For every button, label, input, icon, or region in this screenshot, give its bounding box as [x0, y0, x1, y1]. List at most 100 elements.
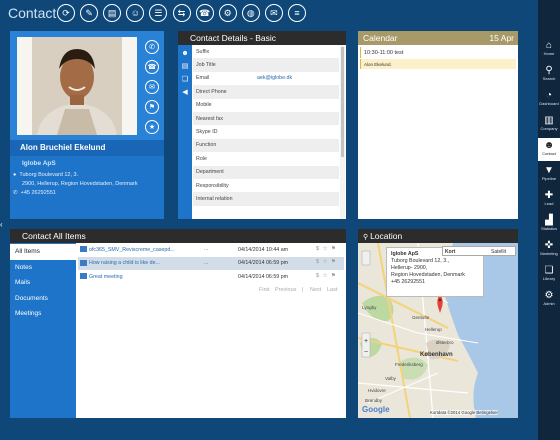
globe-icon[interactable]: ◍ — [241, 4, 260, 22]
detail-value[interactable]: aek@iglobe.dk — [257, 75, 292, 81]
lead-icon: ✚ — [544, 190, 554, 201]
contact-phone-text: +45 26292551 — [20, 190, 56, 196]
detail-label: Responsibility — [196, 182, 229, 189]
phone-call-icon[interactable]: ☎ — [195, 4, 214, 22]
sidebar-item-dashboard[interactable]: ◔ Dashboard — [538, 88, 560, 111]
pager-separator: | — [302, 287, 304, 293]
sidebar-item-label: Marketing — [540, 251, 558, 256]
item-type-icon — [80, 246, 87, 252]
people-icon[interactable]: ☺ — [126, 4, 145, 22]
calendar-event[interactable]: 10:30-11:00 test — [360, 47, 516, 58]
calendar-date: 15 Apr — [489, 33, 514, 43]
sidebar-item-label: Company — [540, 126, 558, 131]
details-doc-icon[interactable]: ❏ — [181, 76, 189, 84]
item-title[interactable]: How raising a child is like de... — [89, 260, 181, 266]
sidebar-item-label: Library — [542, 276, 556, 281]
sidebar-item-label: Admin — [543, 301, 555, 306]
contact-flag-icon[interactable]: ⚑ — [145, 100, 159, 114]
item-row[interactable]: ofc365_SMV_Reviscreme_casepd...... 04/14/… — [78, 243, 344, 256]
contact-photo — [17, 37, 137, 135]
sidebar-item-home[interactable]: ⌂ Home — [538, 38, 560, 61]
contact-phone-icon[interactable]: ☎ — [145, 60, 159, 74]
detail-row-direct-phone: Direct Phone — [193, 85, 339, 99]
item-date: 04/14/2014 06:59 pm — [238, 260, 289, 266]
map-type-map[interactable]: Kort — [445, 249, 455, 255]
map-place-label: København — [420, 352, 453, 358]
app-title: Contact — [8, 5, 57, 21]
details-megaphone-icon[interactable]: ◀ — [181, 89, 189, 97]
phone-icon: ✆ — [13, 190, 18, 196]
contact-company[interactable]: Iglobe ApS — [22, 160, 56, 167]
detail-label: Job Title — [196, 61, 216, 68]
contact-skype-icon[interactable]: ✆ — [145, 40, 159, 54]
sidebar-item-search[interactable]: ⚲ Search — [538, 63, 560, 86]
info-line: Tuborg Boulevard 12, 3., — [391, 258, 450, 264]
item-flags-icon[interactable]: $ ☆ ⚑ — [316, 273, 337, 279]
sidebar-item-company[interactable]: ▥ Company — [538, 113, 560, 136]
person-edit-icon[interactable]: ✎ — [80, 4, 99, 22]
detail-label: Direct Phone — [196, 88, 227, 95]
sidebar-item-label: Pipeline — [541, 176, 557, 181]
pager-next[interactable]: Next — [310, 287, 321, 293]
item-flags-icon[interactable]: $ ☆ ⚑ — [316, 246, 337, 252]
contact-icon: ☻ — [543, 140, 555, 151]
info-line: +45 26292551 — [391, 279, 426, 285]
map-type-toggle: Kort Satellit — [442, 246, 516, 256]
map-copyright[interactable]: Kortdata ©2014 Google Betingelser — [430, 410, 498, 415]
dashboard-icon: ◔ — [545, 90, 553, 101]
sidebar-item-label: Home — [543, 51, 555, 56]
detail-row-function: Function — [193, 138, 339, 153]
document-icon[interactable]: ▤ — [103, 4, 122, 22]
map-place-label: Hvidovre — [368, 388, 386, 393]
item-row[interactable]: Great meeting 04/14/2014 06:59 pm $ ☆ ⚑ — [78, 270, 344, 283]
details-person-icon[interactable]: ☻ — [181, 50, 189, 58]
settings-icon[interactable]: ⚙ — [218, 4, 237, 22]
refresh-icon[interactable]: ⟳ — [57, 4, 75, 22]
info-line: Hellerup- 2900, — [391, 265, 428, 271]
contact-mail-icon[interactable]: ✉ — [145, 80, 159, 94]
item-title[interactable]: Great meeting — [89, 274, 181, 280]
mail-icon[interactable]: ✉ — [264, 4, 283, 22]
item-title[interactable]: ofc365_SMV_Reviscreme_casepd... — [89, 247, 181, 253]
google-logo: Google — [362, 405, 390, 414]
sidebar-item-label: Search — [542, 76, 556, 81]
pager-previous[interactable]: Previous — [275, 287, 296, 293]
sidebar-item-library[interactable]: ❏ Library — [538, 263, 560, 286]
details-card-icon[interactable]: ▤ — [181, 63, 189, 71]
sidebar-item-marketing[interactable]: ✜ Marketing — [538, 238, 560, 261]
items-nav-meetings[interactable]: Meetings — [10, 306, 76, 322]
pipeline-icon: ▼ — [544, 165, 554, 176]
sidebar-item-pipeline[interactable]: ▼ Pipeline — [538, 163, 560, 186]
task-list-icon[interactable]: ☰ — [149, 4, 168, 22]
items-nav-notes[interactable]: Notes — [10, 260, 76, 276]
calendar-event-detail[interactable]: Alon Ekelund. — [360, 59, 516, 69]
collapse-arrow-icon[interactable]: ‹ — [0, 220, 3, 229]
sidebar-item-admin[interactable]: ⚙ Admin — [538, 288, 560, 311]
detail-row-department: Department — [193, 165, 339, 179]
add-list-icon[interactable]: ≡ — [288, 4, 306, 22]
share-icon[interactable]: ⇆ — [172, 4, 191, 22]
pager-last[interactable]: Last — [327, 287, 337, 293]
sidebar-item-label: Lead — [544, 201, 554, 206]
item-date: 04/14/2014 10:44 am — [238, 246, 289, 253]
items-nav-all-items[interactable]: All Items — [10, 244, 76, 260]
search-icon: ⚲ — [545, 65, 553, 76]
item-more[interactable]: ... — [204, 260, 208, 266]
item-row[interactable]: How raising a child is like de...... 04/1… — [78, 256, 344, 270]
detail-row-role: Role — [193, 152, 339, 165]
library-icon: ❏ — [544, 265, 554, 276]
item-flags-icon[interactable]: $ ☆ ⚑ — [316, 259, 337, 265]
sidebar-item-lead[interactable]: ✚ Lead — [538, 188, 560, 211]
map-type-satellite[interactable]: Satellit — [491, 249, 506, 255]
marketing-icon: ✜ — [544, 240, 554, 251]
details-scroll-thumb[interactable] — [341, 47, 344, 157]
pager-first[interactable]: First — [259, 287, 270, 293]
items-nav-documents[interactable]: Documents — [10, 291, 76, 307]
contact-star-icon[interactable]: ★ — [145, 120, 159, 134]
items-nav-mails[interactable]: Mails — [10, 275, 76, 291]
sidebar-item-contact[interactable]: ☻ Contact — [538, 138, 560, 161]
sidebar-item-statistics[interactable]: ▟ Statistics — [538, 213, 560, 236]
detail-row-mobile: Mobile — [193, 99, 339, 112]
item-more[interactable]: ... — [204, 246, 208, 252]
details-side-strip — [178, 45, 192, 219]
